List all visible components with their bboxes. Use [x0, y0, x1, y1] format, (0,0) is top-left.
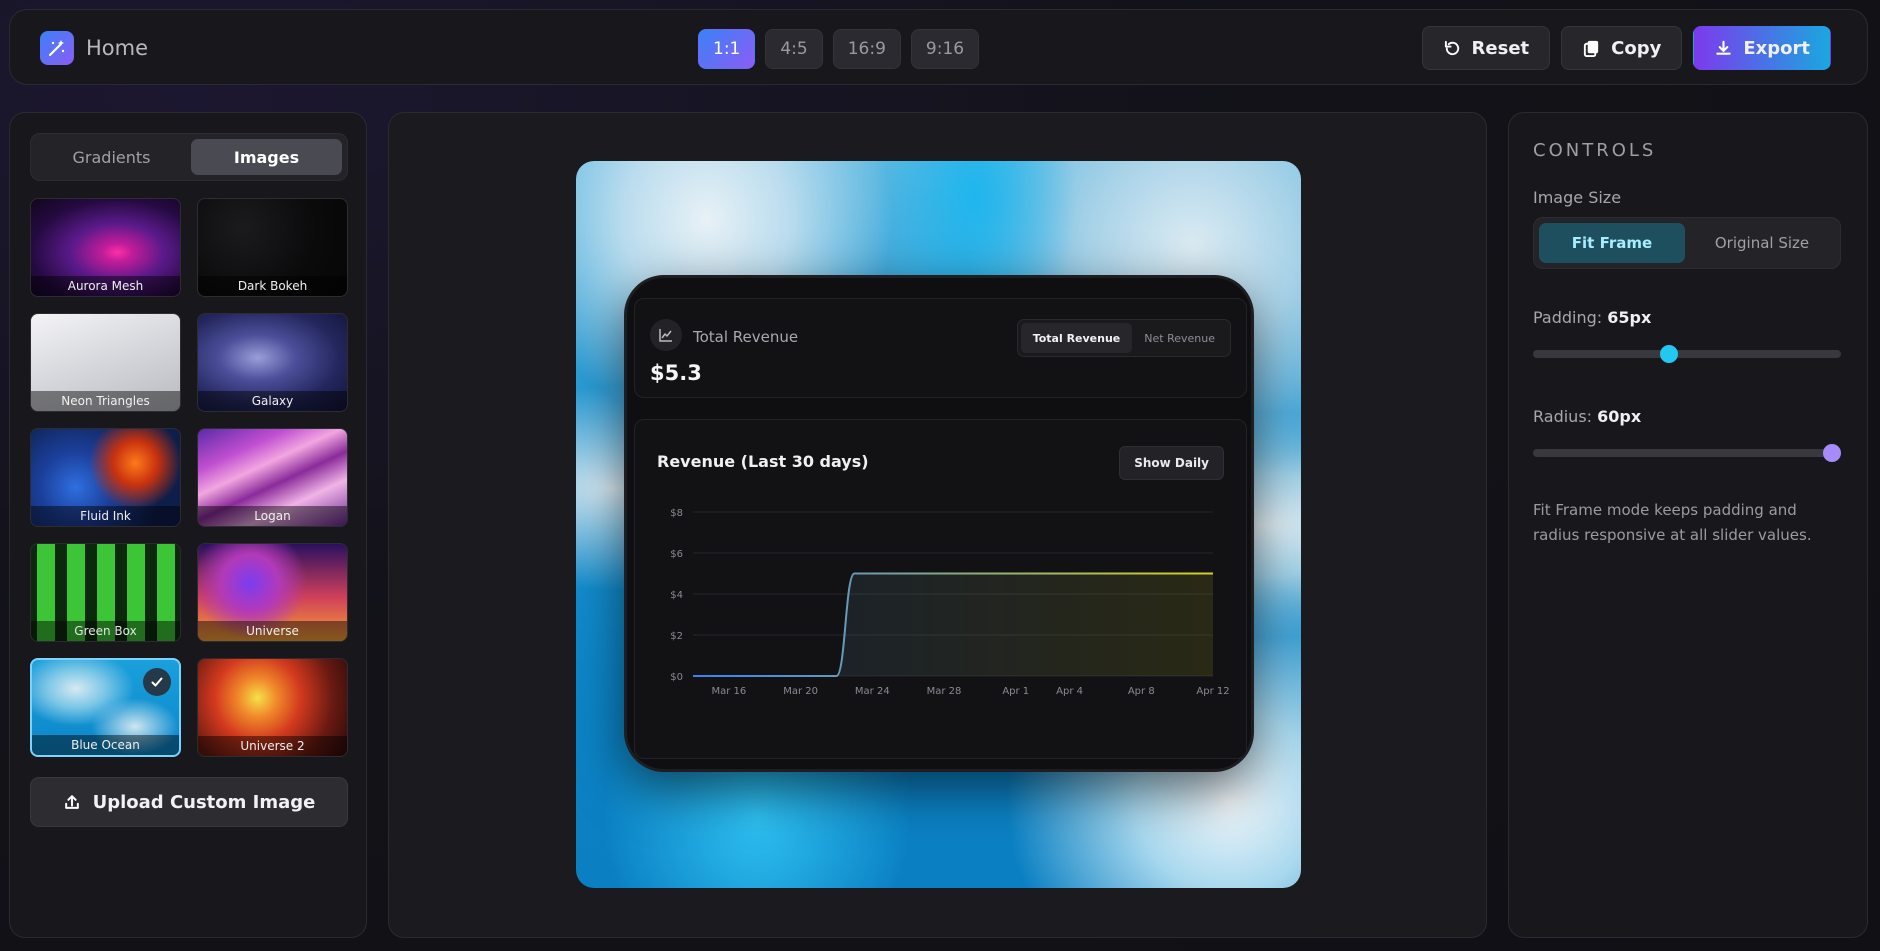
ratio-16-9-button[interactable]: 16:9: [832, 29, 901, 69]
ratio-1-1-button[interactable]: 1:1: [698, 29, 756, 69]
controls-title: CONTROLS: [1533, 140, 1657, 161]
thumbnail-label: Dark Bokeh: [198, 276, 347, 296]
thumbnail-label: Fluid Ink: [31, 506, 180, 526]
preview-canvas: Total Revenue $5.3 Total Revenue Net Rev…: [388, 112, 1487, 938]
selected-check-icon: [143, 668, 171, 696]
controls-panel: CONTROLS Image Size Fit Frame Original S…: [1508, 112, 1868, 938]
thumbnail-green-box[interactable]: Green Box: [30, 543, 181, 642]
download-icon: [1716, 40, 1732, 55]
y-tick-label: $8: [670, 508, 683, 519]
line-chart-icon: [650, 319, 682, 351]
fit-frame-button[interactable]: Fit Frame: [1539, 223, 1685, 263]
x-tick-label: Mar 16: [711, 686, 746, 697]
kpi-tabs: Total Revenue Net Revenue: [1016, 319, 1231, 357]
revenue-chart-panel: Revenue (Last 30 days) Show Daily $0 $2 $4…: [634, 419, 1247, 759]
home-label: Home: [86, 36, 149, 60]
thumbnail-label: Blue Ocean: [32, 735, 179, 755]
x-tick-label: Mar 24: [855, 686, 890, 697]
radius-label-text: Radius:: [1533, 407, 1593, 426]
top-bar: Home 1:1 4:5 16:9 9:16 Reset Copy Export: [9, 9, 1868, 85]
padding-slider[interactable]: [1533, 345, 1841, 363]
copy-button[interactable]: Copy: [1561, 26, 1683, 70]
thumbnail-aurora-mesh[interactable]: Aurora Mesh: [30, 198, 181, 297]
thumbnail-blue-ocean[interactable]: Blue Ocean: [30, 658, 181, 757]
x-tick-label: Mar 20: [783, 686, 818, 697]
kpi-value: $5.3: [650, 361, 702, 385]
thumbnail-label: Universe 2: [198, 736, 347, 756]
background-type-tabs: Gradients Images: [30, 133, 348, 181]
background-thumbnail-grid: Aurora Mesh Dark Bokeh Neon Triangles Ga…: [30, 198, 348, 757]
thumbnail-fluid-ink[interactable]: Fluid Ink: [30, 428, 181, 527]
y-tick-label: $6: [670, 549, 683, 560]
radius-slider[interactable]: [1533, 444, 1841, 462]
original-size-button[interactable]: Original Size: [1689, 223, 1835, 263]
upload-icon: [64, 795, 79, 809]
kpi-title: Total Revenue: [693, 328, 799, 346]
background-sidebar: Gradients Images Aurora Mesh Dark Bokeh …: [9, 112, 367, 938]
aspect-ratio-group: 1:1 4:5 16:9 9:16: [698, 29, 980, 69]
y-tick-label: $0: [670, 672, 683, 683]
padding-value: 65px: [1607, 308, 1652, 327]
upload-label: Upload Custom Image: [92, 791, 316, 813]
y-tick-label: $2: [670, 631, 683, 642]
preview-frame: Total Revenue $5.3 Total Revenue Net Rev…: [576, 161, 1301, 888]
upload-custom-image-button[interactable]: Upload Custom Image: [30, 777, 348, 827]
show-daily-button[interactable]: Show Daily: [1119, 446, 1224, 480]
thumbnail-label: Neon Triangles: [31, 391, 180, 411]
reset-icon: [1444, 40, 1459, 55]
radius-label: Radius: 60px: [1533, 407, 1641, 426]
copy-icon: [1584, 40, 1599, 57]
copy-label: Copy: [1611, 37, 1662, 59]
radius-slider-handle[interactable]: [1823, 444, 1841, 462]
thumbnail-universe[interactable]: Universe: [197, 543, 348, 642]
home-link[interactable]: Home: [40, 31, 148, 65]
x-tick-label: Mar 28: [927, 686, 962, 697]
thumbnail-logan[interactable]: Logan: [197, 428, 348, 527]
fit-frame-note: Fit Frame mode keeps padding and radius …: [1533, 501, 1812, 544]
x-tick-label: Apr 1: [1002, 686, 1029, 697]
tab-net-revenue[interactable]: Net Revenue: [1132, 323, 1227, 353]
padding-slider-handle[interactable]: [1659, 345, 1678, 363]
thumbnail-dark-bokeh[interactable]: Dark Bokeh: [197, 198, 348, 297]
revenue-card: Total Revenue $5.3 Total Revenue Net Rev…: [624, 275, 1254, 772]
export-button[interactable]: Export: [1693, 26, 1831, 70]
reset-label: Reset: [1471, 37, 1530, 59]
tab-gradients[interactable]: Gradients: [36, 139, 187, 175]
ratio-9-16-button[interactable]: 9:16: [910, 29, 980, 69]
x-tick-label: Apr 8: [1128, 686, 1155, 697]
export-label: Export: [1743, 37, 1810, 59]
action-buttons: Reset Copy Export: [1421, 26, 1831, 70]
x-tick-label: Apr 4: [1056, 686, 1083, 697]
chart-title: Revenue (Last 30 days): [657, 452, 869, 471]
y-tick-label: $4: [670, 590, 683, 601]
ratio-4-5-button[interactable]: 4:5: [765, 29, 823, 69]
thumbnail-label: Aurora Mesh: [31, 276, 180, 296]
padding-label-text: Padding:: [1533, 308, 1603, 327]
tab-total-revenue[interactable]: Total Revenue: [1020, 323, 1133, 353]
thumbnail-neon-triangles[interactable]: Neon Triangles: [30, 313, 181, 412]
magic-wand-icon: [40, 31, 74, 65]
x-tick-label: Apr 12: [1196, 686, 1229, 697]
thumbnail-label: Universe: [198, 621, 347, 641]
revenue-area: [693, 573, 1213, 676]
kpi-panel: Total Revenue $5.3 Total Revenue Net Rev…: [634, 298, 1247, 398]
tab-images[interactable]: Images: [191, 139, 342, 175]
padding-label: Padding: 65px: [1533, 308, 1651, 327]
thumbnail-universe-2[interactable]: Universe 2: [197, 658, 348, 757]
radius-value: 60px: [1597, 407, 1642, 426]
image-size-toggle: Fit Frame Original Size: [1533, 217, 1841, 269]
reset-button[interactable]: Reset: [1421, 26, 1551, 70]
thumbnail-label: Green Box: [31, 621, 180, 641]
thumbnail-galaxy[interactable]: Galaxy: [197, 313, 348, 412]
thumbnail-label: Logan: [198, 506, 347, 526]
thumbnail-label: Galaxy: [198, 391, 347, 411]
image-size-label: Image Size: [1533, 188, 1622, 207]
revenue-chart: $0 $2 $4 $6 $8 Mar 16 Mar 20 Mar 24 Mar 28 Apr 1 A…: [670, 508, 1229, 697]
